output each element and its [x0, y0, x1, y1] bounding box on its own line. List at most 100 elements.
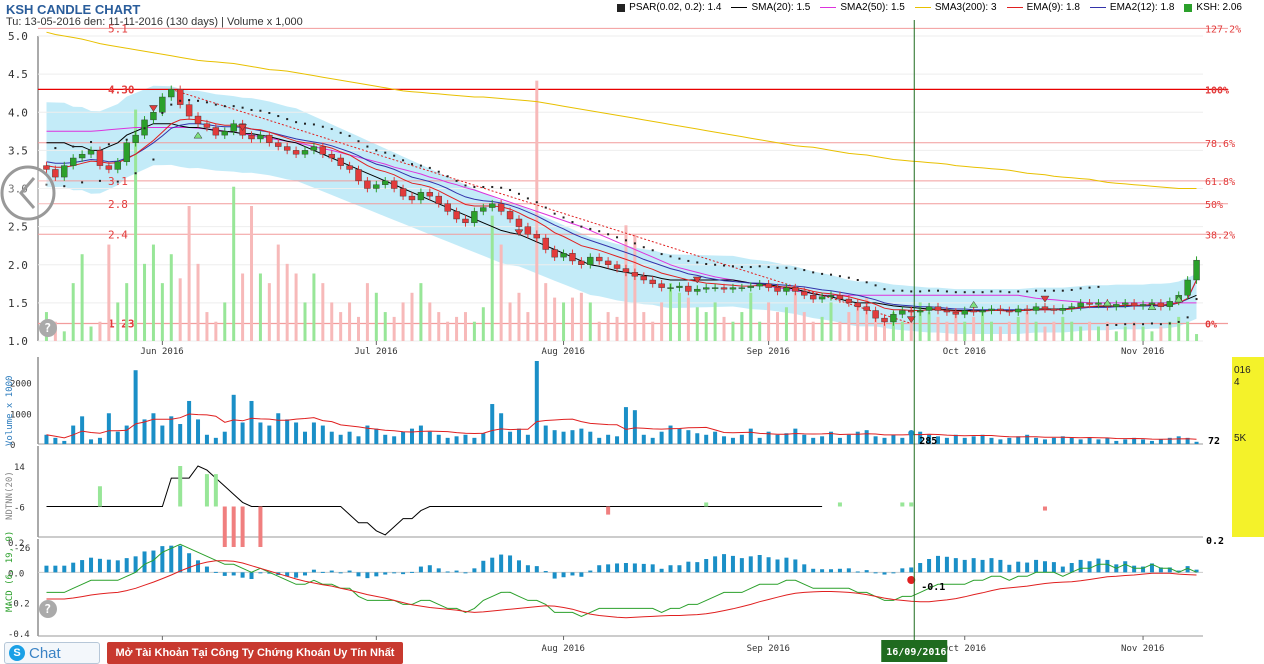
ntnn-bar [213, 474, 218, 507]
psar-dot [1026, 290, 1029, 293]
candle-body [292, 150, 300, 155]
candle-body [310, 146, 318, 151]
psar-dot [170, 103, 173, 106]
macd-histogram-bar [71, 562, 76, 573]
psar-dot [526, 197, 529, 200]
macd-histogram-bar [784, 557, 789, 573]
candle-body [836, 295, 844, 300]
ntnn-bar [204, 474, 209, 507]
candle-body [792, 287, 799, 292]
volume-bar [178, 424, 183, 444]
volume-bar [276, 413, 281, 444]
macd-histogram-bar [704, 559, 709, 573]
psar-dot [116, 180, 119, 183]
candle-body [1130, 302, 1138, 307]
macd-histogram-bar [338, 572, 343, 574]
candle-body [988, 308, 995, 311]
price-volume-bar [151, 244, 155, 341]
help-icon-glyph: ? [44, 602, 51, 616]
price-volume-bar [579, 292, 583, 341]
volume-bar [891, 434, 896, 444]
price-y-tick: 1.5 [8, 297, 28, 310]
price-volume-bar [767, 302, 771, 341]
psar-dot [232, 105, 235, 108]
volume-bar [1105, 437, 1110, 444]
macd-histogram-bar [846, 568, 851, 573]
chart-svg[interactable]: 5.04.54.03.53.02.52.01.51.05.1127.2%4.30… [0, 0, 1264, 662]
psar-dot [259, 109, 262, 112]
price-volume-bar [330, 302, 334, 341]
psar-dot [589, 227, 592, 230]
macd-histogram-bar [222, 572, 227, 576]
macd-histogram-bar [829, 569, 834, 573]
price-volume-bar [1195, 334, 1199, 341]
macd-histogram-bar [713, 556, 718, 573]
psar-dot [919, 290, 922, 293]
macd-histogram-bar [534, 566, 539, 573]
open-account-button[interactable]: Mở Tài Khoản Tại Công Ty Chứng Khoán Uy … [107, 642, 403, 664]
volume-bar [686, 430, 691, 444]
candle-body [925, 306, 933, 311]
price-y-tick: 5.0 [8, 30, 28, 43]
price-volume-bar [811, 321, 815, 341]
volume-bar [855, 431, 860, 444]
x-tick-label: Oct 2016 [943, 644, 986, 654]
psar-dot [883, 288, 886, 291]
volume-bar [303, 431, 308, 444]
price-volume-bar [802, 312, 806, 341]
price-volume-bar [1096, 326, 1100, 341]
psar-dot [1195, 298, 1198, 301]
volume-bar [1194, 441, 1199, 444]
volume-bar [748, 428, 753, 444]
price-y-tick: 2.5 [8, 221, 28, 234]
price-volume-bar [143, 263, 147, 341]
volume-bar [311, 422, 316, 444]
psar-dot [125, 138, 128, 141]
candle-body [916, 310, 924, 313]
psar-dot [696, 261, 699, 264]
macd-histogram-bar [160, 546, 165, 573]
macd-histogram-bar [374, 572, 379, 577]
macd-histogram-bar [793, 559, 798, 573]
macd-histogram-bar [499, 554, 504, 573]
volume-bar [820, 436, 825, 444]
volume-bar [338, 434, 343, 444]
volume-bar [971, 436, 976, 444]
price-volume-bar [758, 321, 762, 341]
ntnn-bar [222, 506, 227, 547]
psar-dot [214, 103, 217, 106]
psar-dot [687, 259, 690, 262]
macd-histogram-bar [427, 565, 432, 573]
candle-body [631, 272, 639, 277]
macd-histogram-bar [962, 559, 967, 573]
psar-dot [1008, 291, 1011, 294]
candle-body [399, 188, 407, 197]
price-volume-bar [927, 312, 931, 341]
price-volume-bar [677, 292, 681, 341]
psar-dot [580, 225, 583, 228]
psar-dot [598, 230, 601, 233]
psar-dot [812, 271, 815, 274]
psar-dot [286, 118, 289, 121]
volume-bar [588, 431, 593, 444]
side-info-line: 016 [1234, 365, 1251, 376]
candle-body [1041, 306, 1049, 310]
candle-body [266, 134, 273, 143]
macd-histogram-bar [918, 563, 923, 573]
macd-histogram-bar [1051, 562, 1056, 573]
psar-dot [1133, 323, 1136, 326]
chat-button[interactable]: S Chat [4, 642, 100, 664]
fib-pct-label: 100% [1205, 85, 1229, 96]
ntnn-line [46, 465, 823, 536]
ntnn-panel: 14-6-26NDTNN(20) [5, 463, 1047, 554]
macd-histogram-bar [320, 571, 325, 573]
candle-body [1184, 279, 1191, 296]
candle-body [364, 180, 371, 189]
volume-bar [62, 440, 67, 444]
candle-body [515, 218, 523, 227]
candle-body [729, 287, 737, 290]
candle-body [783, 287, 790, 292]
price-volume-bar [250, 206, 254, 341]
price-volume-bar [606, 312, 610, 341]
price-volume-bar [428, 302, 432, 341]
